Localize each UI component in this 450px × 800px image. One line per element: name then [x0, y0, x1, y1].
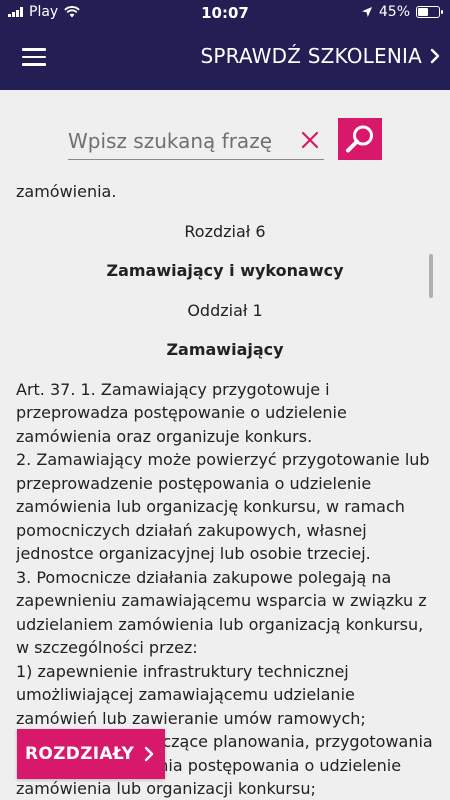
search-bar	[68, 118, 382, 162]
chevron-right-icon	[430, 48, 440, 64]
status-bar: Play 10:07 45%	[0, 0, 450, 24]
section-title: Zamawiający	[166, 340, 284, 359]
battery-percent: 45%	[378, 4, 410, 20]
scrollbar-thumb[interactable]	[429, 254, 433, 298]
battery-icon	[416, 6, 443, 18]
clear-search-icon[interactable]	[300, 130, 320, 150]
chapters-button-label: ROZDZIAŁY	[25, 744, 135, 764]
chapters-button[interactable]: ROZDZIAŁY	[17, 729, 165, 779]
document-content: zamówienia. Rozdział 6 Zamawiający i wyk…	[16, 180, 434, 800]
search-input[interactable]	[68, 122, 324, 160]
search-button[interactable]	[338, 118, 382, 160]
article-paragraph: 3. Pomocnicze działania zakupowe polegaj…	[16, 567, 427, 658]
magnifier-icon	[346, 125, 373, 153]
battery-fill	[418, 8, 428, 16]
check-trainings-link[interactable]: SPRAWDŹ SZKOLENIA	[200, 44, 440, 68]
article-paragraph: Art. 37. 1. Zamawiający przygotowuje i p…	[16, 379, 347, 446]
chevron-right-icon	[144, 746, 154, 762]
top-nav-bar: SPRAWDŹ SZKOLENIA	[0, 24, 450, 90]
document-text-line: zamówienia.	[16, 182, 117, 201]
article-paragraph: 2. Zamawiający może powierzyć przygotowa…	[16, 450, 430, 563]
chapter-number: Rozdział 6	[184, 221, 266, 241]
hamburger-menu-icon[interactable]	[22, 48, 46, 66]
location-arrow-icon	[361, 7, 372, 17]
status-right: 45%	[361, 4, 443, 20]
article-paragraph: 1) zapewnienie infrastruktury techniczne…	[16, 661, 366, 728]
chapter-title: Zamawiający i wykonawcy	[106, 261, 344, 280]
section-number: Oddział 1	[187, 300, 263, 320]
nav-title: SPRAWDŹ SZKOLENIA	[200, 44, 422, 68]
